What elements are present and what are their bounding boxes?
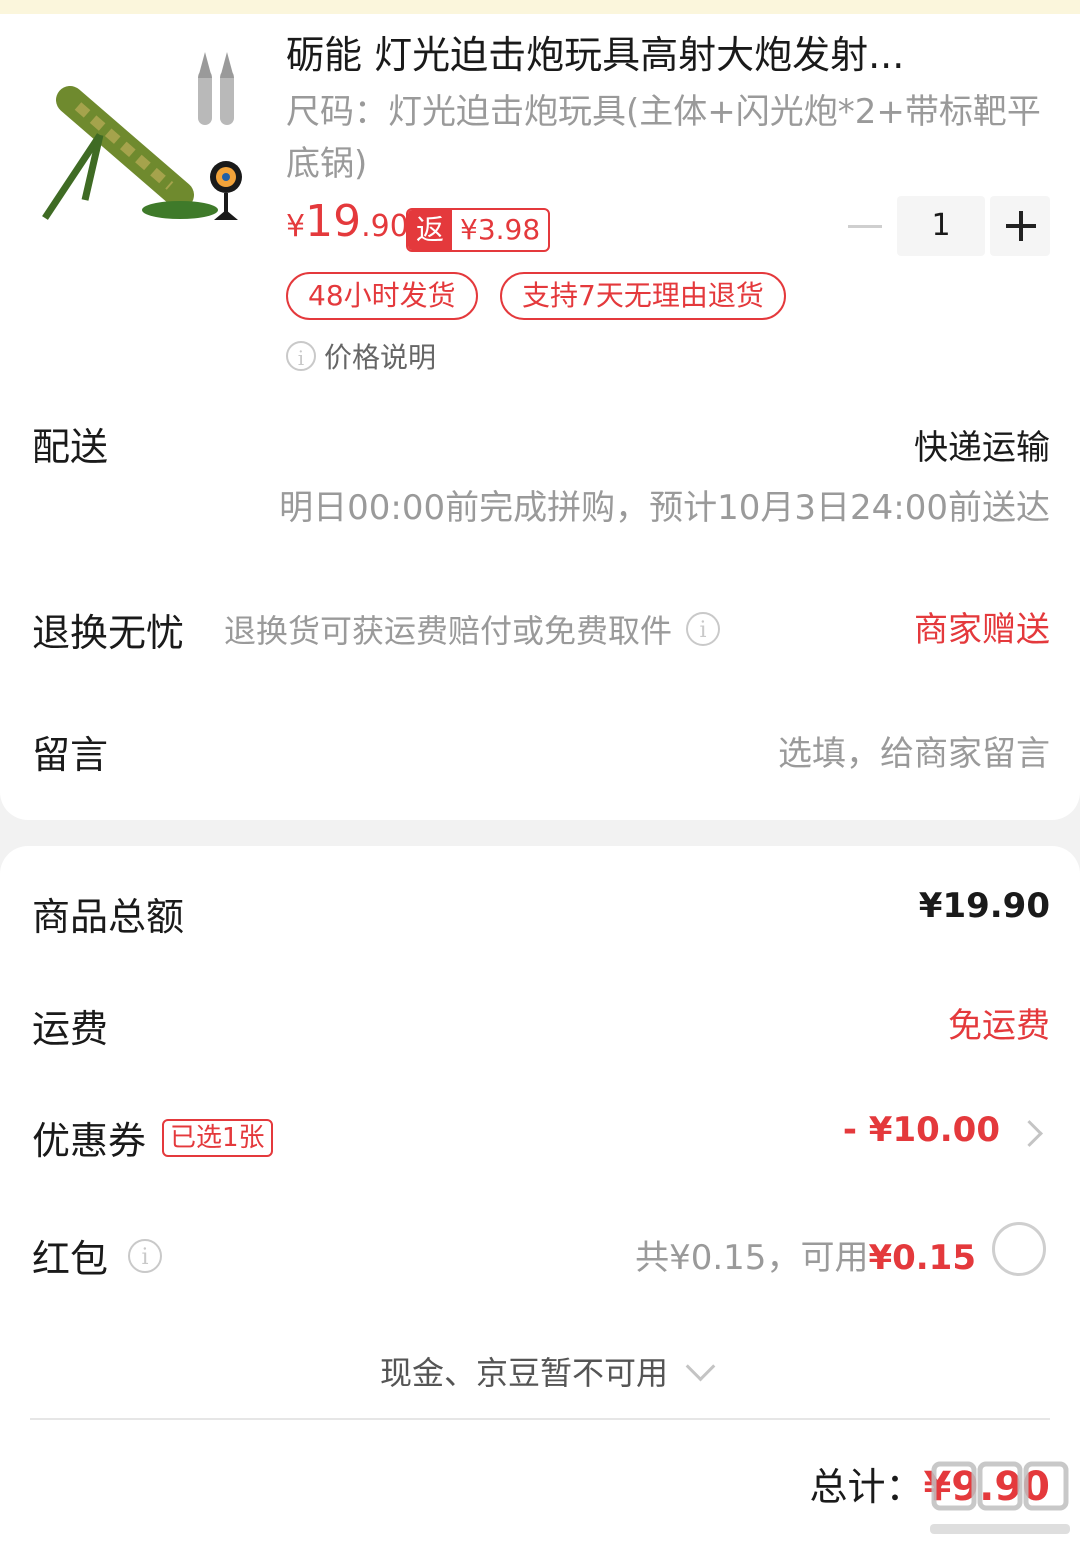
product-image[interactable] <box>30 40 260 240</box>
rebate-amount: ¥3.98 <box>460 213 541 246</box>
watermark-logo <box>930 1461 1070 1534</box>
rebate-label: 返 <box>408 210 453 250</box>
info-icon: i <box>286 341 316 371</box>
chevron-down-icon <box>685 1351 716 1381</box>
divider <box>30 1418 1050 1420</box>
quantity-increase-button[interactable] <box>990 196 1050 256</box>
message-input[interactable]: 选填，给商家留言 <box>778 726 1050 775</box>
delivery-method[interactable]: 快递运输 <box>914 420 1050 469</box>
delivery-label: 配送 <box>32 425 109 469</box>
mortar-body <box>42 86 218 220</box>
top-strip <box>0 0 1080 14</box>
info-icon[interactable]: i <box>128 1238 163 1273</box>
returns-description: 退换货可获运费赔付或免费取件 i <box>224 606 721 652</box>
shipping-fee-value: 免运费 <box>948 1006 1050 1046</box>
shipping-fee-label: 运费 <box>32 1007 109 1051</box>
cash-beans-note: 现金、京豆暂不可用 <box>380 1354 669 1392</box>
product-title[interactable]: 砺能 灯光迫击炮玩具高射大炮发射... <box>286 24 1046 79</box>
price-note-label: 价格说明 <box>324 341 437 374</box>
redpacket-available: ¥0.15 <box>868 1238 976 1278</box>
price-decimal: .90 <box>361 209 409 244</box>
product-spec: 尺码：灯光迫击炮玩具(主体+闪光炮*2+带标靶平底锅) <box>286 92 1041 184</box>
returns-value[interactable]: 商家赠送 <box>914 602 1050 651</box>
shipping-time-tag: 48小时发货 <box>286 272 478 320</box>
returns-desc-text: 退换货可获运费赔付或免费取件 <box>224 612 673 650</box>
info-icon[interactable]: i <box>686 612 721 646</box>
coupon-label: 优惠券 <box>32 1119 147 1163</box>
goods-total-value: ¥19.90 <box>918 886 1050 926</box>
coupon-discount-value[interactable]: - ¥10.00 <box>843 1110 1000 1150</box>
cash-beans-toggle[interactable]: 现金、京豆暂不可用 <box>380 1348 716 1394</box>
goods-total-label: 商品总额 <box>32 895 185 939</box>
delivery-estimate: 明日00:00前完成拼购，预计10月3日24:00前送达 <box>279 488 1050 528</box>
price-note-link[interactable]: i 价格说明 <box>286 336 436 376</box>
redpacket-amount: 共¥0.15，可用¥0.15 <box>635 1230 976 1279</box>
price-summary-card <box>0 846 1080 1551</box>
returns-label: 退换无忧 <box>32 611 185 655</box>
quantity-decrease-button[interactable] <box>848 196 882 256</box>
coupon-row[interactable]: 优惠券 已选1张 <box>32 1110 273 1165</box>
product-price: ¥19.90 <box>286 196 409 247</box>
total-label: 总计： <box>809 1465 924 1509</box>
redpacket-row: 红包 i <box>32 1228 163 1283</box>
coupon-selected-badge: 已选1张 <box>162 1118 273 1157</box>
shell-rounds <box>198 52 234 125</box>
redpacket-radio[interactable] <box>992 1222 1046 1276</box>
price-currency: ¥ <box>286 209 306 244</box>
rebate-badge: 返 ¥3.98 <box>406 208 551 252</box>
quantity-value[interactable]: 1 <box>897 196 985 256</box>
price-integer: 19 <box>305 196 362 247</box>
return-policy-tag: 支持7天无理由退货 <box>500 272 786 320</box>
redpacket-total: 共¥0.15，可用 <box>635 1238 869 1278</box>
redpacket-label: 红包 <box>32 1237 109 1281</box>
message-label: 留言 <box>32 733 109 777</box>
